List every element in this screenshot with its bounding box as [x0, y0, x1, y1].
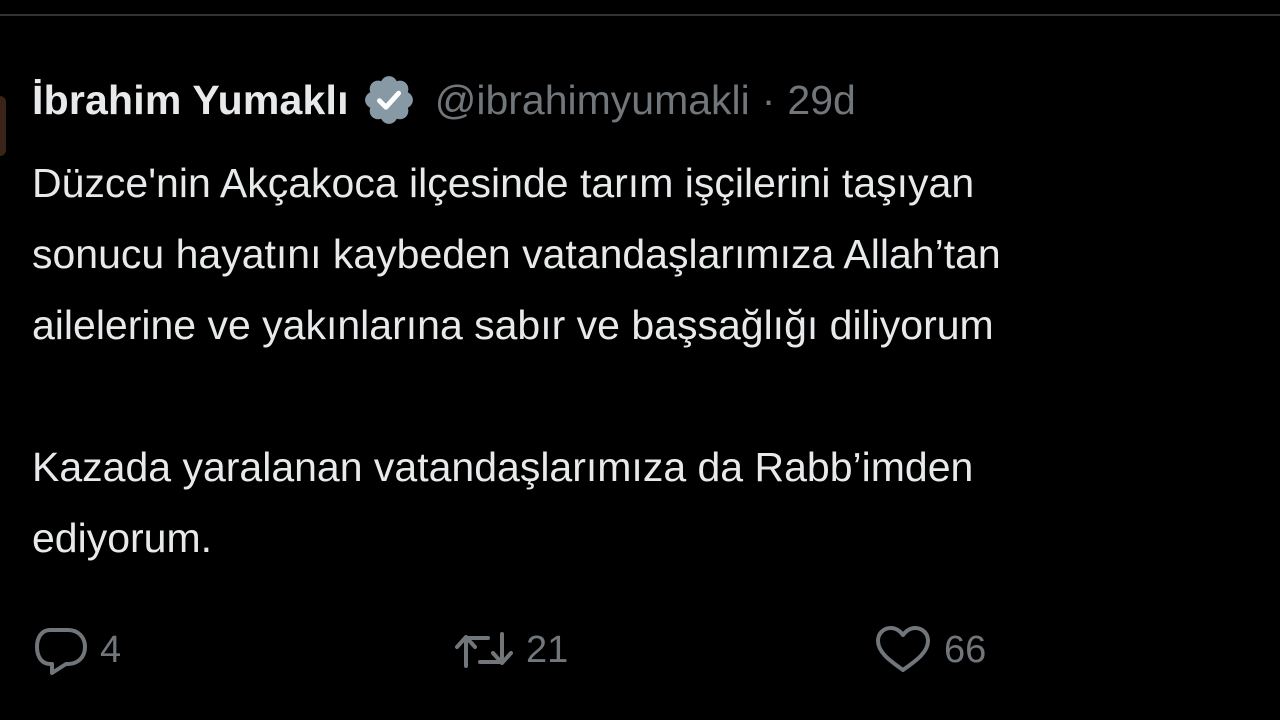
tweet-header: İbrahim Yumaklı @ibrahimyumakli · 29d — [32, 60, 1280, 140]
retweet-count: 21 — [526, 628, 569, 671]
retweet-button[interactable]: 21 — [452, 618, 568, 682]
retweet-icon — [452, 624, 516, 676]
heart-icon — [872, 624, 934, 676]
tweet-text-line: Düzce'nin Akçakoca ilçesinde tarım işçil… — [32, 160, 975, 206]
reply-icon — [32, 624, 90, 676]
tweet[interactable]: İbrahim Yumaklı @ibrahimyumakli · 29d Dü… — [32, 60, 1280, 720]
display-name[interactable]: İbrahim Yumaklı — [32, 77, 349, 124]
tweet-text: Düzce'nin Akçakoca ilçesinde tarım işçil… — [32, 148, 1280, 574]
tweet-actions: 4 21 66 — [32, 618, 1280, 682]
tweet-text-line: sonucu hayatını kaybeden vatandaşlarımız… — [32, 231, 1001, 277]
avatar[interactable] — [0, 96, 6, 156]
verified-badge-icon[interactable] — [361, 72, 417, 128]
top-divider — [0, 14, 1280, 16]
separator-dot: · — [761, 76, 776, 123]
timestamp[interactable]: 29d — [787, 77, 855, 124]
tweet-text-line: ailelerine ve yakınlarına sabır ve başsa… — [32, 302, 994, 348]
like-button[interactable]: 66 — [872, 618, 986, 682]
user-handle[interactable]: @ibrahimyumakli — [435, 77, 750, 124]
tweet-text-line: Kazada yaralanan vatandaşlarımıza da Rab… — [32, 444, 974, 490]
reply-count: 4 — [100, 628, 122, 671]
tweet-text-line: ediyorum. — [32, 515, 213, 561]
like-count: 66 — [944, 628, 987, 671]
reply-button[interactable]: 4 — [32, 618, 121, 682]
